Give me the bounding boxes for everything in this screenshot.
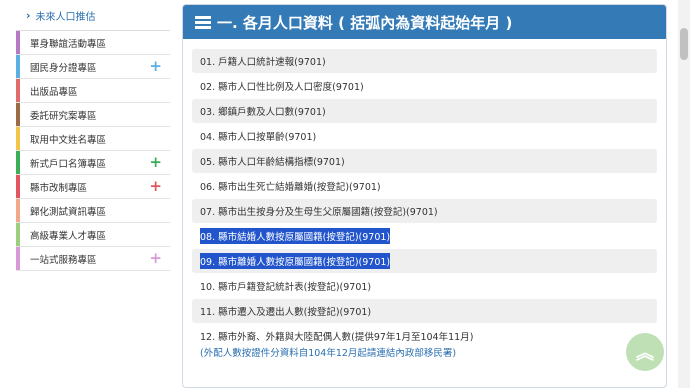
list-item-link[interactable]: 07. 縣市出生按身分及生母生父原屬國籍(按登記)(9701) [200, 204, 438, 218]
list-item[interactable]: 12. 縣市外裔、外籍與大陸配偶人數(提供97年1月至104年11月) (外配人數… [192, 324, 657, 359]
panel-title: 一. 各月人口資料 ( 括弧內為資料起始年月 ) [217, 13, 513, 32]
sidebar-item-label: 新式戶口名簿專區 [30, 158, 107, 170]
scrollbar-thumb[interactable] [680, 28, 688, 60]
list-item[interactable]: 10. 縣市戶籍登記統計表(按登記)(9701) [192, 274, 657, 298]
sidebar-item-label: 出版品專區 [30, 86, 78, 98]
list-item[interactable]: 06. 縣市出生死亡結婚離婚(按登記)(9701) [192, 174, 657, 198]
plus-icon[interactable]: + [149, 251, 162, 266]
list-item-link[interactable]: 08. 縣市結婚人數按原屬國籍(按登記)(9701) [200, 228, 391, 244]
sidebar-item[interactable]: 新式戶口名簿專區 + [16, 151, 170, 175]
sidebar-item[interactable]: 國民身分證專區 + [16, 55, 170, 79]
sidebar: › 未來人口推估 單身聯誼活動專區 國民身分證專區 + 出版品專區委託研究案專區 取用中… [16, 0, 170, 271]
sidebar-color-bar [16, 199, 20, 222]
plus-icon[interactable]: + [149, 155, 162, 170]
list-item-link[interactable]: 09. 縣市離婚人數按原屬國籍(按登記)(9701) [200, 253, 391, 269]
sidebar-item-label: 一站式服務專區 [30, 254, 97, 266]
sidebar-item[interactable]: 委託研究案專區 [16, 103, 170, 127]
monthly-population-panel: 一. 各月人口資料 ( 括弧內為資料起始年月 ) 01. 戶籍人口統計速報(97… [182, 4, 667, 388]
plus-icon[interactable]: + [149, 59, 162, 74]
sidebar-item-label: 委託研究案專區 [30, 110, 97, 122]
list-item[interactable]: 11. 縣市遷入及遷出人數(按登記)(9701) [192, 299, 657, 323]
sidebar-color-bar [16, 223, 20, 246]
list-item-link[interactable]: 01. 戶籍人口統計速報(9701) [200, 54, 326, 68]
list-item-link[interactable]: 03. 鄉鎮戶數及人口數(9701) [200, 104, 326, 118]
sidebar-item[interactable]: 縣市改制專區 + [16, 175, 170, 199]
list-item[interactable]: 08. 縣市結婚人數按原屬國籍(按登記)(9701) [192, 224, 657, 248]
sidebar-item-label: 取用中文姓名專區 [30, 134, 107, 146]
sidebar-color-bar [16, 103, 20, 126]
list-item-link[interactable]: 02. 縣市人口性比例及人口密度(9701) [200, 79, 364, 93]
list-item[interactable]: 09. 縣市離婚人數按原屬國籍(按登記)(9701) [192, 249, 657, 273]
list-item-link[interactable]: 06. 縣市出生死亡結婚離婚(按登記)(9701) [200, 179, 381, 193]
back-to-top-button[interactable]: ︽ [626, 333, 664, 371]
list-item[interactable]: 05. 縣市人口年齡結構指標(9701) [192, 149, 657, 173]
sidebar-color-bar [16, 175, 20, 198]
list-item[interactable]: 01. 戶籍人口統計速報(9701) [192, 49, 657, 73]
sidebar-color-bar [16, 127, 20, 150]
sidebar-item[interactable]: 歸化測試資訊專區 [16, 199, 170, 223]
list-item[interactable]: 02. 縣市人口性比例及人口密度(9701) [192, 74, 657, 98]
sidebar-item[interactable]: 出版品專區 [16, 79, 170, 103]
chevron-right-icon: › [26, 8, 31, 22]
list-item[interactable]: 04. 縣市人口按單齡(9701) [192, 124, 657, 148]
sidebar-item[interactable]: 單身聯誼活動專區 [16, 31, 170, 55]
sidebar-item-label: 縣市改制專區 [30, 182, 88, 194]
sidebar-color-bar [16, 79, 20, 102]
list-item[interactable]: 03. 鄉鎮戶數及人口數(9701) [192, 99, 657, 123]
scrollbar[interactable] [678, 0, 690, 388]
list-item-note-link[interactable]: (外配人數按證件分資料自104年12月起請連結內政部移民署) [200, 345, 657, 359]
sidebar-color-bar [16, 55, 20, 78]
list-item-link[interactable]: 12. 縣市外裔、外籍與大陸配偶人數(提供97年1月至104年11月) [200, 329, 657, 343]
sidebar-item-label: 國民身分證專區 [30, 62, 97, 74]
list-item-link[interactable]: 05. 縣市人口年齡結構指標(9701) [200, 154, 345, 168]
sidebar-item[interactable]: 一站式服務專區 + [16, 247, 170, 271]
plus-icon[interactable]: + [149, 179, 162, 194]
list-item-link[interactable]: 10. 縣市戶籍登記統計表(按登記)(9701) [200, 279, 371, 293]
list-item-link[interactable]: 04. 縣市人口按單齡(9701) [200, 129, 316, 143]
list-item-link[interactable]: 11. 縣市遷入及遷出人數(按登記)(9701) [200, 304, 371, 318]
panel-header: 一. 各月人口資料 ( 括弧內為資料起始年月 ) [183, 5, 666, 39]
list-icon [195, 14, 211, 31]
sidebar-item[interactable]: 高級專業人才專區 [16, 223, 170, 247]
sidebar-item-label: 高級專業人才專區 [30, 230, 107, 242]
sidebar-color-bar [16, 247, 20, 270]
sidebar-color-bar [16, 31, 20, 54]
sidebar-color-bar [16, 151, 20, 174]
list-item[interactable]: 07. 縣市出生按身分及生母生父原屬國籍(按登記)(9701) [192, 199, 657, 223]
sidebar-item-label: 歸化測試資訊專區 [30, 206, 107, 218]
sidebar-item-population-projection[interactable]: › 未來人口推估 [16, 0, 170, 31]
sidebar-item-label: 未來人口推估 [35, 11, 96, 23]
double-chevron-up-icon: ︽ [636, 343, 654, 364]
sidebar-item-label: 單身聯誼活動專區 [30, 38, 107, 50]
sidebar-item[interactable]: 取用中文姓名專區 [16, 127, 170, 151]
